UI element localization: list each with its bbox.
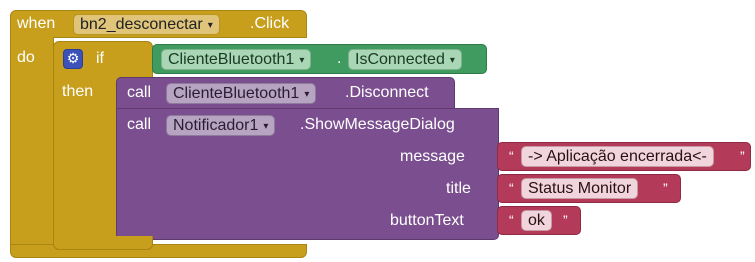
quote-close: ” (663, 180, 668, 196)
chevron-down-icon: ▾ (299, 55, 305, 66)
quote-open: “ (509, 148, 514, 164)
quote-close: ” (740, 148, 745, 164)
if-block-bottom-arm (53, 236, 153, 250)
param-buttontext-label: buttonText (390, 212, 464, 229)
param-message-label: message (400, 148, 465, 165)
call1-label: call (127, 84, 152, 101)
call1-component-label: ClienteBluetooth1 (173, 85, 300, 102)
event-component-label: bn2_desconectar (80, 16, 203, 33)
then-label: then (62, 83, 94, 100)
chevron-down-icon: ▾ (263, 121, 269, 132)
if-label: if (96, 50, 104, 67)
call1-method-label: .Disconnect (345, 84, 429, 101)
event-name-label: .Click (250, 15, 290, 32)
condition-property-dropdown[interactable]: IsConnected ▾ (348, 49, 462, 70)
condition-property-label: IsConnected (355, 51, 445, 68)
call1-component-dropdown[interactable]: ClienteBluetooth1 ▾ (166, 83, 317, 104)
chevron-down-icon: ▾ (304, 89, 310, 100)
chevron-down-icon: ▾ (207, 20, 213, 31)
condition-component-dropdown[interactable]: ClienteBluetooth1 ▾ (161, 49, 312, 70)
condition-component-label: ClienteBluetooth1 (168, 51, 295, 68)
gear-icon[interactable]: ⚙ (63, 49, 83, 69)
title-value-label: Status Monitor (528, 180, 632, 197)
event-component-dropdown[interactable]: bn2_desconectar ▾ (73, 14, 220, 35)
buttontext-value-label: ok (528, 212, 545, 229)
text-title-value[interactable]: Status Monitor (521, 178, 639, 199)
quote-open: “ (509, 212, 514, 228)
event-block-body-left (10, 37, 54, 249)
do-label: do (17, 49, 35, 66)
quote-open: “ (509, 180, 514, 196)
call2-component-label: Notificador1 (173, 117, 259, 134)
call2-method-label: .ShowMessageDialog (300, 116, 455, 133)
call2-component-dropdown[interactable]: Notificador1 ▾ (166, 115, 276, 136)
param-title-label: title (446, 180, 471, 197)
message-value-label: -> Aplicação encerrada<- (528, 148, 707, 165)
call2-label: call (127, 116, 152, 133)
condition-dot: . (337, 50, 342, 67)
chevron-down-icon: ▾ (449, 55, 455, 66)
text-message-value[interactable]: -> Aplicação encerrada<- (521, 146, 714, 167)
quote-close: ” (563, 212, 568, 228)
text-buttontext-value[interactable]: ok (521, 210, 552, 231)
when-label: when (17, 15, 56, 32)
